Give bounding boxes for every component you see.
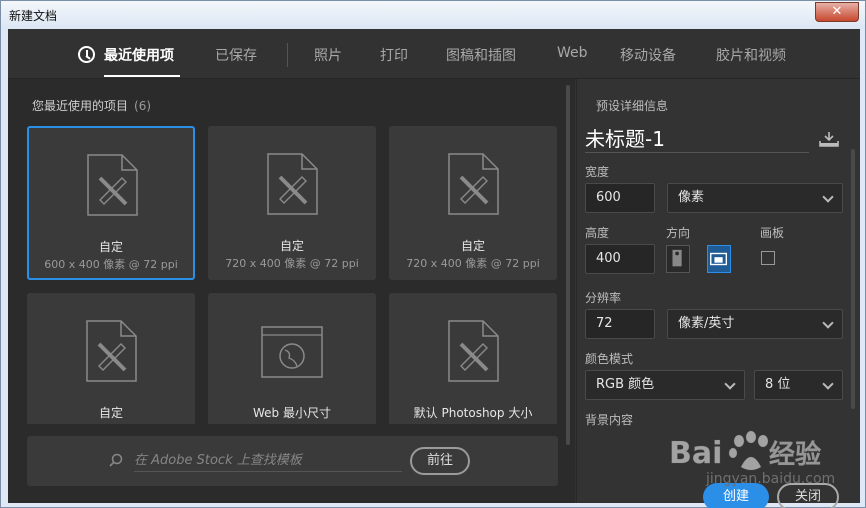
background-content-label: 背景内容 <box>585 413 634 427</box>
tab-art-illustration[interactable]: 图稿和插图 <box>446 45 516 65</box>
title-bar: 新建文档 ✕ <box>1 1 865 29</box>
color-mode-label: 颜色模式 <box>585 352 634 366</box>
landscape-orientation-button[interactable] <box>707 245 731 273</box>
preset-card[interactable]: Web 最小尺寸 <box>208 293 376 424</box>
preset-card[interactable]: 自定 600 x 400 像素 @ 72 ppi <box>27 126 195 280</box>
landscape-icon <box>710 252 728 266</box>
active-tab-indicator <box>104 75 180 77</box>
document-ruler-pencil-icon <box>267 153 318 215</box>
preset-card[interactable]: 自定 720 x 400 像素 @ 72 ppi <box>389 126 557 280</box>
search-icon <box>109 453 123 467</box>
card-name: 自定 <box>279 239 304 253</box>
window-close-button[interactable]: ✕ <box>815 2 859 22</box>
preset-card[interactable]: 默认 Photoshop 大小 <box>389 293 557 424</box>
artboard-checkbox[interactable] <box>761 251 775 265</box>
new-document-dialog: 最近使用项 已保存 照片 打印 图稿和插图 Web 移动设备 胶片和视频 您最近… <box>8 29 860 508</box>
color-mode-value: RGB 颜色 <box>596 377 655 392</box>
tab-print[interactable]: 打印 <box>380 45 408 65</box>
card-name: 自定 <box>98 406 123 420</box>
clock-icon <box>78 46 95 63</box>
document-ruler-pencil-icon <box>87 154 138 216</box>
chevron-down-icon <box>822 317 834 329</box>
stock-search-bar: 前往 <box>27 436 558 486</box>
document-ruler-pencil-icon <box>448 153 499 215</box>
tab-photo[interactable]: 照片 <box>314 45 342 65</box>
artboard-label: 画板 <box>760 226 785 240</box>
recent-items-panel: 您最近使用的项目 (6) 自定 600 x 400 像素 @ 72 ppi 自定… <box>8 79 575 503</box>
resolution-unit-select[interactable]: 像素/英寸 <box>667 309 843 339</box>
bit-depth-select[interactable]: 8 位 <box>754 370 843 400</box>
resolution-input[interactable]: 72 <box>585 309 655 339</box>
card-name: 自定 <box>98 240 123 254</box>
preset-card[interactable]: 自定 <box>27 293 195 424</box>
chevron-down-icon <box>724 378 736 390</box>
card-size: 600 x 400 像素 @ 72 ppi <box>44 258 178 271</box>
tab-mobile[interactable]: 移动设备 <box>620 45 676 65</box>
height-label: 高度 <box>585 226 610 240</box>
recent-count: (6) <box>134 99 152 113</box>
width-input[interactable]: 600 <box>585 183 655 213</box>
color-mode-select[interactable]: RGB 颜色 <box>585 370 745 400</box>
web-globe-icon <box>261 326 323 378</box>
recent-heading: 您最近使用的项目 (6) <box>32 97 151 114</box>
portrait-orientation-button[interactable] <box>666 245 690 273</box>
window-title: 新建文档 <box>9 9 58 23</box>
document-ruler-pencil-icon <box>86 320 137 382</box>
chevron-down-icon <box>822 191 834 203</box>
stock-search-input[interactable] <box>134 450 402 472</box>
tab-divider <box>287 43 288 67</box>
save-preset-icon[interactable] <box>819 131 839 147</box>
resolution-label: 分辨率 <box>585 291 622 305</box>
portrait-icon <box>672 249 682 267</box>
preset-card[interactable]: 自定 720 x 400 像素 @ 72 ppi <box>208 126 376 280</box>
tab-recent[interactable]: 最近使用项 <box>104 45 174 65</box>
width-unit-value: 像素 <box>678 190 705 205</box>
tab-web[interactable]: Web <box>557 45 588 61</box>
card-name: 默认 Photoshop 大小 <box>413 406 533 420</box>
document-ruler-pencil-icon <box>448 320 499 382</box>
recent-heading-label: 您最近使用的项目 <box>32 99 129 113</box>
card-size: 720 x 400 像素 @ 72 ppi <box>225 257 359 270</box>
bit-depth-value: 8 位 <box>765 377 791 392</box>
height-input[interactable]: 400 <box>585 244 655 274</box>
recent-grid: 自定 600 x 400 像素 @ 72 ppi 自定 720 x 400 像素… <box>27 126 559 424</box>
tab-saved[interactable]: 已保存 <box>215 45 257 65</box>
preset-details-panel: 预设详细信息 未标题-1 宽度 600 像素 高度 400 方向 画板 分辨率 … <box>576 79 860 508</box>
chevron-down-icon <box>822 378 834 390</box>
document-name-field[interactable]: 未标题-1 <box>585 123 809 153</box>
watermark-url: jingyan.baidu.com <box>706 471 836 487</box>
card-size: 720 x 400 像素 @ 72 ppi <box>406 257 540 270</box>
preset-details-heading: 预设详细信息 <box>596 99 669 113</box>
recent-scrollbar[interactable] <box>566 85 570 445</box>
orientation-label: 方向 <box>666 226 691 240</box>
dialog-window: 新建文档 ✕ 最近使用项 已保存 照片 打印 图稿和插图 Web 移动设备 胶片… <box>0 0 866 508</box>
width-label: 宽度 <box>585 165 610 179</box>
details-scrollbar[interactable] <box>851 149 855 409</box>
go-button[interactable]: 前往 <box>410 447 470 475</box>
tab-film-video[interactable]: 胶片和视频 <box>716 45 786 65</box>
width-unit-select[interactable]: 像素 <box>667 183 843 213</box>
card-name: Web 最小尺寸 <box>253 406 331 420</box>
category-tabs: 最近使用项 已保存 照片 打印 图稿和插图 Web 移动设备 胶片和视频 <box>8 29 860 79</box>
card-name: 自定 <box>460 239 485 253</box>
resolution-unit-value: 像素/英寸 <box>678 316 735 331</box>
